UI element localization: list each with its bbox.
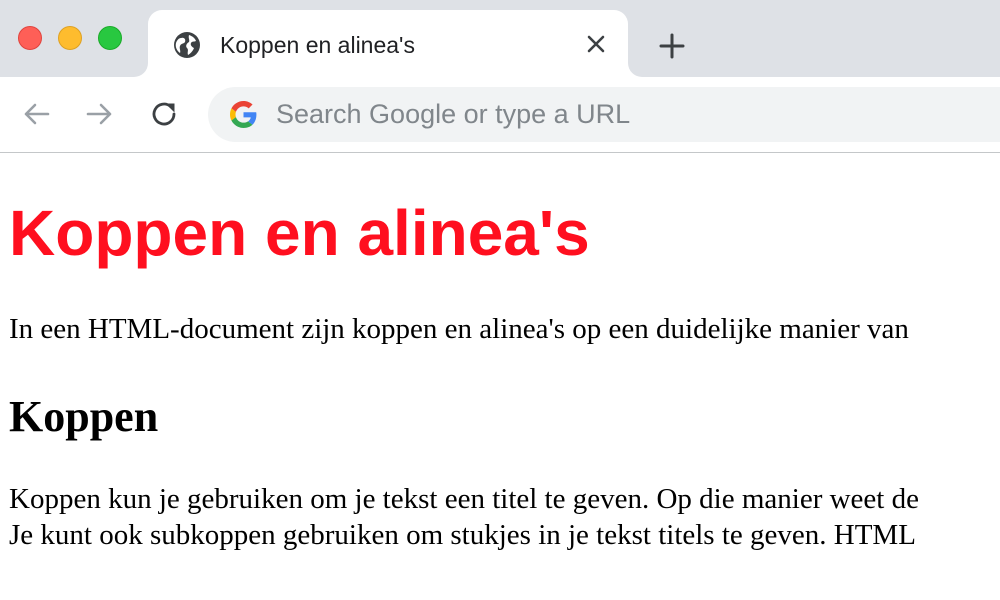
page-content: Koppen en alinea's In een HTML-document …	[0, 153, 1000, 600]
paragraph-line: Koppen kun je gebruiken om je tekst een …	[9, 483, 919, 515]
arrow-left-icon[interactable]	[19, 97, 53, 131]
plus-icon[interactable]	[656, 30, 688, 62]
tab-active[interactable]: Koppen en alinea's	[148, 10, 628, 77]
paragraph-line: Je kunt ook subkoppen gebruiken om stukj…	[9, 519, 916, 551]
browser-toolbar: Search Google or type a URL	[0, 77, 1000, 153]
tab-strip: Koppen en alinea's	[0, 0, 1000, 77]
tab-title: Koppen en alinea's	[220, 32, 415, 58]
address-bar[interactable]: Search Google or type a URL	[208, 87, 1000, 142]
intro-paragraph: In een HTML-document zijn koppen en alin…	[9, 313, 909, 345]
close-icon[interactable]	[584, 32, 608, 56]
reload-icon[interactable]	[147, 97, 181, 131]
section-heading: Koppen	[9, 392, 159, 441]
arrow-right-icon[interactable]	[83, 97, 117, 131]
close-window-button[interactable]	[18, 26, 42, 50]
minimize-window-button[interactable]	[58, 26, 82, 50]
globe-icon	[174, 32, 200, 58]
body-paragraph: Koppen kun je gebruiken om je tekst een …	[9, 481, 919, 553]
address-bar-placeholder: Search Google or type a URL	[276, 99, 631, 129]
page-heading: Koppen en alinea's	[9, 197, 590, 269]
maximize-window-button[interactable]	[98, 26, 122, 50]
google-g-icon	[230, 101, 257, 128]
